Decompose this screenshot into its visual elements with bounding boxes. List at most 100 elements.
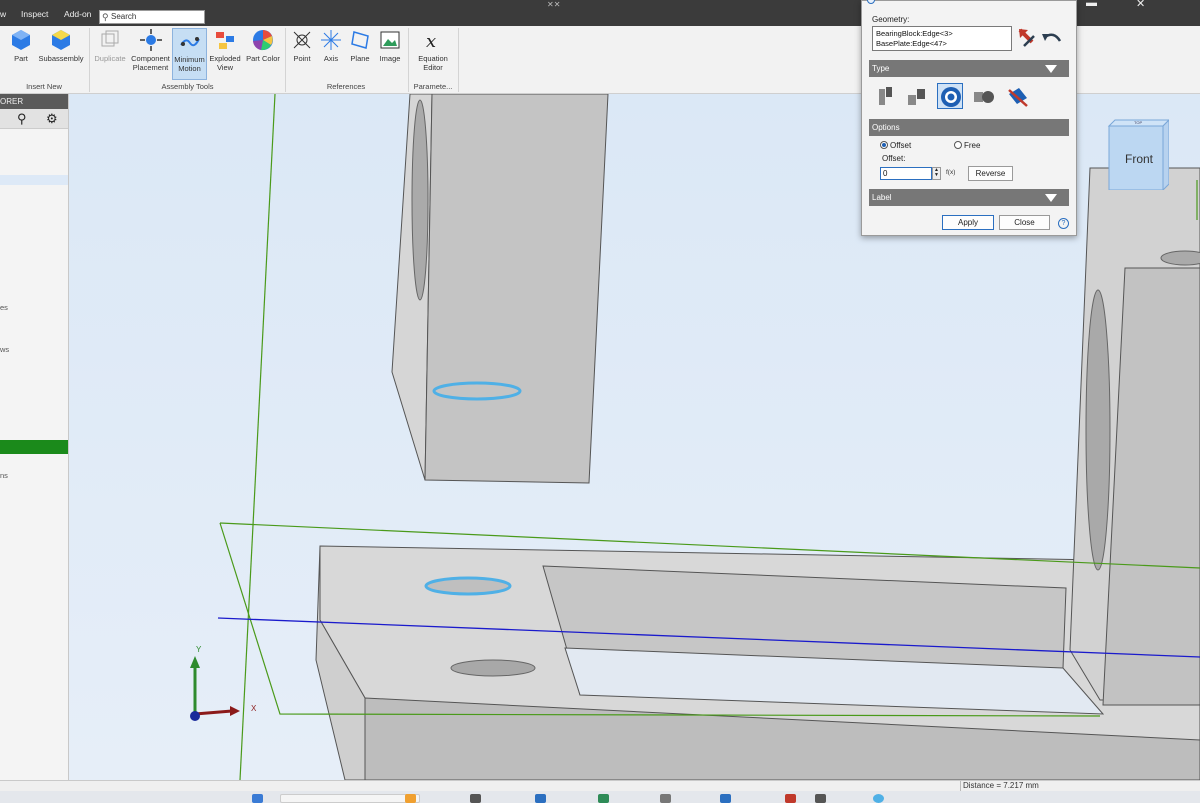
triad-y-arrow <box>190 656 200 668</box>
taskbar-app-icon[interactable] <box>598 794 609 803</box>
group-references: References <box>326 82 366 91</box>
mate-type-button[interactable] <box>872 83 898 109</box>
start-icon[interactable] <box>252 794 263 803</box>
type-section-header[interactable]: Type <box>869 60 1069 77</box>
taskbar-app-icon[interactable] <box>660 794 671 803</box>
menu-inspect[interactable]: Inspect <box>21 9 48 19</box>
help-icon[interactable]: ? <box>1058 218 1069 229</box>
right-block-top-hole <box>1160 250 1200 266</box>
taskbar-app-icon[interactable] <box>535 794 546 803</box>
minimum-motion-icon <box>179 37 200 47</box>
tangent-type-button[interactable] <box>970 83 996 109</box>
triad-x-arrow <box>230 706 240 716</box>
part-button[interactable]: Part <box>8 28 34 63</box>
offset-field[interactable]: 0 <box>880 167 932 180</box>
geometry-item[interactable]: BearingBlock:Edge<3> <box>876 29 1008 39</box>
free-radio[interactable]: Free <box>954 141 980 150</box>
image-label: Image <box>379 54 401 63</box>
plane-label: Plane <box>350 54 370 63</box>
options-section-label: Options <box>872 123 900 132</box>
equation-icon: x <box>426 31 436 52</box>
search-placeholder: Search <box>111 12 137 21</box>
angle-type-button[interactable] <box>1004 83 1030 109</box>
exploded-view-button[interactable]: Exploded View <box>208 28 242 72</box>
plane-icon <box>351 31 369 49</box>
exploded-view-icon <box>216 32 234 49</box>
explorer-item-fragment[interactable]: ns <box>0 471 8 480</box>
point-button[interactable]: Point <box>290 28 314 63</box>
subassembly-icon <box>52 30 70 50</box>
offset-stepper[interactable]: ▲ ▼ <box>932 167 941 180</box>
taskbar-app-icon[interactable] <box>470 794 481 803</box>
gear-icon[interactable]: ⚙ <box>46 111 58 127</box>
triad-x-axis <box>194 709 233 716</box>
search-input[interactable]: ⚲ Search <box>99 10 205 24</box>
explorer-item-fragment[interactable]: es <box>0 303 8 312</box>
equation-editor-label-2: Editor <box>423 63 443 72</box>
constraint-dialog: Geometry: BearingBlock:Edge<3> BasePlate… <box>861 0 1077 236</box>
part-color-button[interactable]: Part Color <box>245 28 281 63</box>
group-assembly-tools: Assembly Tools <box>161 82 214 91</box>
tangent-icon <box>974 91 994 103</box>
component-placement-label-2: Placement <box>132 63 169 72</box>
taskbar-app-icon[interactable] <box>720 794 731 803</box>
component-placement-label-1: Component <box>131 54 170 63</box>
search-icon[interactable]: ⚲ <box>17 111 27 127</box>
subassembly-button[interactable]: Subassembly <box>38 28 84 63</box>
fx-button[interactable]: f(x) <box>946 169 955 176</box>
part-color-label: Part Color <box>246 54 280 63</box>
flip-icon[interactable] <box>1040 29 1062 47</box>
explorer-item-fragment[interactable]: ws <box>0 345 9 354</box>
taskbar-app-icon[interactable] <box>873 794 884 803</box>
concentric-type-button[interactable] <box>937 83 963 109</box>
bearing-block-front <box>424 94 609 484</box>
concentric-icon <box>941 87 961 107</box>
menu-view[interactable]: w <box>0 9 6 19</box>
component-placement-icon <box>139 29 162 51</box>
geometry-item[interactable]: BasePlate:Edge<47> <box>876 39 1008 49</box>
taskbar-search[interactable] <box>280 794 420 803</box>
axis-button[interactable]: Axis <box>319 28 343 63</box>
apply-button[interactable]: Apply <box>942 215 994 230</box>
collapse-icon <box>1045 65 1057 73</box>
offset-radio[interactable]: Offset <box>880 141 911 150</box>
view-cube-front-label: Front <box>1125 152 1154 166</box>
explorer-selected-row[interactable] <box>0 175 68 185</box>
taskbar-app-icon[interactable] <box>405 794 416 803</box>
part-label: Part <box>14 54 28 63</box>
explorer-toolbar: ⚲ ⚙ <box>0 109 68 129</box>
geometry-label: Geometry: <box>872 15 910 24</box>
minimize-icon[interactable]: ▬ <box>1086 0 1097 9</box>
type-section-label: Type <box>872 64 890 73</box>
explorer-active-item[interactable] <box>0 440 68 454</box>
offset-field-label: Offset: <box>882 154 906 163</box>
axis-label: Axis <box>323 54 339 63</box>
equation-editor-label-1: Equation <box>418 54 448 63</box>
taskbar-app-icon[interactable] <box>785 794 796 803</box>
equation-editor-button[interactable]: x Equation Editor <box>414 28 452 72</box>
title-icon: ✕✕ <box>547 0 561 9</box>
minimum-motion-button[interactable]: Minimum Motion <box>172 28 207 80</box>
component-placement-button[interactable]: Component Placement <box>130 28 171 72</box>
close-button[interactable]: Close <box>999 215 1050 230</box>
label-section-label: Label <box>872 193 892 202</box>
menu-add-on[interactable]: Add-on <box>64 9 91 19</box>
geometry-list[interactable]: BearingBlock:Edge<3> BasePlate:Edge<47> <box>872 26 1012 51</box>
label-section-header[interactable]: Label <box>869 189 1069 206</box>
image-button[interactable]: Image <box>377 28 403 63</box>
close-window-icon[interactable]: ✕ <box>1136 0 1145 10</box>
subassembly-label: Subassembly <box>38 54 84 63</box>
group-parameters: Paramete... <box>413 82 453 91</box>
select-geometry-icon[interactable] <box>1016 26 1038 48</box>
duplicate-button[interactable]: Duplicate <box>93 28 127 63</box>
options-section-header[interactable]: Options <box>869 119 1069 136</box>
align-type-button[interactable] <box>903 83 929 109</box>
view-cube[interactable]: TOP Front <box>1105 118 1171 192</box>
offset-radio-label: Offset <box>890 141 912 150</box>
minimum-motion-label-1: Minimum <box>174 55 205 64</box>
plane-button[interactable]: Plane <box>348 28 372 63</box>
reverse-button[interactable]: Reverse <box>968 166 1013 181</box>
taskbar-app-icon[interactable] <box>815 794 826 803</box>
duplicate-icon <box>101 30 119 47</box>
triad-y-label: Y <box>196 645 202 654</box>
